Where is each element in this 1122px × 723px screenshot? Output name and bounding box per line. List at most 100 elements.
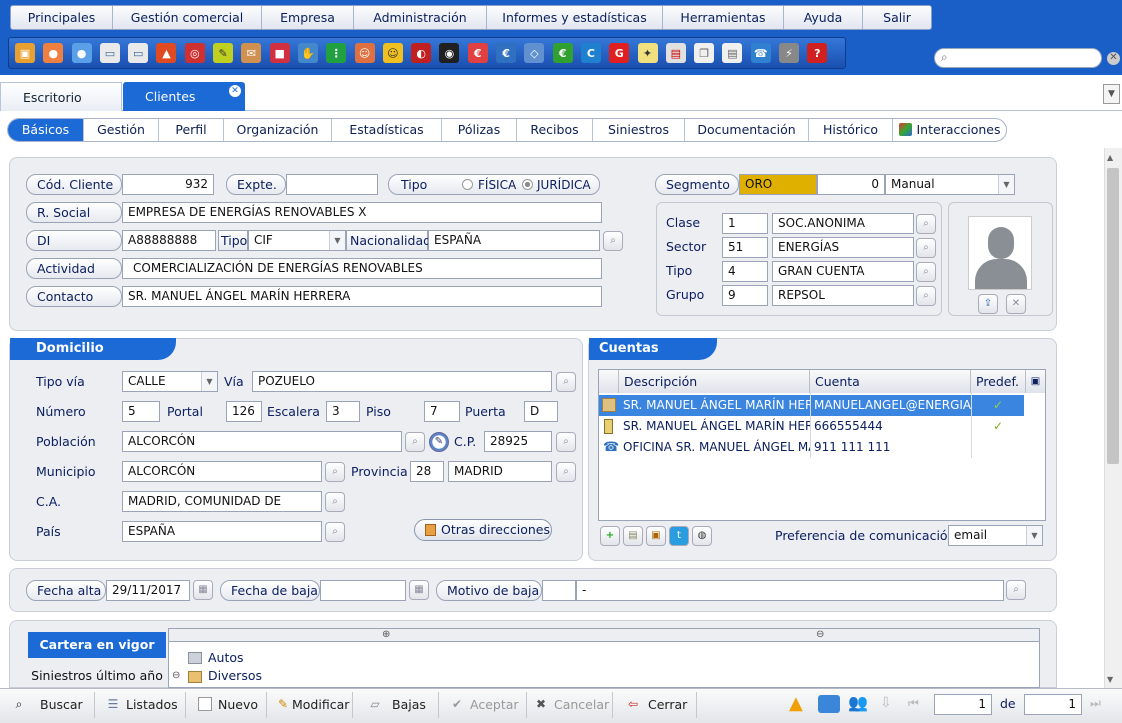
person-icon[interactable]: ☺ [354, 43, 375, 63]
handshake-icon[interactable]: ✋ [297, 43, 318, 63]
predef-header[interactable]: Predef. [971, 370, 1026, 393]
global-search-input[interactable]: ⌕ [934, 48, 1102, 68]
municipio-search-icon[interactable]: ⌕ [325, 462, 345, 482]
fecha-alta-field[interactable]: 29/11/2017 [106, 580, 190, 601]
menu-ayuda[interactable]: Ayuda [784, 6, 863, 29]
clase-search-icon[interactable]: ⌕ [916, 214, 936, 234]
last-page-icon[interactable]: ⏭ [1090, 696, 1101, 711]
euro-icon[interactable]: € [467, 43, 488, 63]
g-icon[interactable]: G [609, 43, 630, 63]
via-search-icon[interactable]: ⌕ [556, 372, 576, 392]
subtab-documentacion[interactable]: Documentación [685, 119, 809, 141]
plug-icon[interactable]: ⚡ [779, 43, 800, 63]
scroll-down-icon[interactable]: ▼ [1107, 675, 1113, 684]
presentation-icon[interactable]: ▤ [665, 43, 686, 63]
table-row[interactable]: SR. MANUEL ÁNGEL MARÍN HERRERA 666555444… [599, 416, 1024, 437]
menu-principales[interactable]: Principales [11, 6, 113, 29]
provincia-search-icon[interactable]: ⌕ [556, 462, 576, 482]
ca-search-icon[interactable]: ⌕ [325, 492, 345, 512]
lightbulb-icon[interactable]: ✦ [637, 43, 658, 63]
listados-button[interactable]: ☰ Listados [102, 693, 178, 717]
ca-field[interactable]: MADRID, COMUNIDAD DE [122, 491, 322, 512]
user-icon[interactable]: ● [71, 43, 92, 63]
user-icon[interactable]: ● [43, 43, 64, 63]
pais-search-icon[interactable]: ⌕ [325, 522, 345, 542]
tab-siniestros-ultimo-ano[interactable]: Siniestros último año [28, 664, 166, 688]
nacionalidad-field[interactable]: ESPAÑA [428, 230, 600, 251]
municipio-field[interactable]: ALCORCÓN [122, 461, 322, 482]
fecha-baja-field[interactable] [320, 580, 406, 601]
provincia-code[interactable]: 28 [410, 461, 444, 482]
bulb-person-icon[interactable]: ☺ [382, 43, 403, 63]
menu-empresa[interactable]: Empresa [262, 6, 354, 29]
help-icon[interactable]: ? [807, 43, 828, 63]
subtab-basicos[interactable]: Básicos [8, 119, 84, 141]
juridica-radio[interactable] [522, 179, 533, 190]
subtab-recibos[interactable]: Recibos [517, 119, 593, 141]
phone-icon[interactable]: ☎ [750, 43, 771, 63]
c-icon[interactable]: C [580, 43, 601, 63]
briefcase-icon[interactable]: ■ [269, 43, 290, 63]
table-row[interactable]: SR. MANUEL ÁNGEL MARÍN HERRERA MANUELANG… [599, 395, 1024, 416]
escalera-field[interactable]: 3 [326, 401, 360, 422]
fisica-radio[interactable] [462, 179, 473, 190]
euro-icon[interactable]: € [552, 43, 573, 63]
di-field[interactable]: A88888888 [122, 230, 216, 251]
people-icon[interactable]: 👥 [848, 693, 868, 712]
actividad-field[interactable]: COMERCIALIZACIÓN DE ENERGÍAS RENOVABLES [122, 258, 602, 279]
menu-herramientas[interactable]: Herramientas [663, 6, 784, 29]
clear-search-icon[interactable]: ✕ [1107, 52, 1120, 65]
expand-all-icon[interactable]: ⊕ [382, 629, 390, 640]
tipo-cliente-search-icon[interactable]: ⌕ [916, 262, 936, 282]
buscar-button[interactable]: ⌕ Buscar [8, 693, 83, 717]
subtab-polizas[interactable]: Pólizas [442, 119, 517, 141]
sector-field[interactable]: ENERGÍAS [772, 237, 914, 258]
portal-field[interactable]: 126 [226, 401, 262, 422]
euro-icon[interactable]: ◇ [524, 43, 545, 63]
cartera-item-diversos[interactable]: Diversos [208, 668, 262, 683]
close-tab-icon[interactable]: ✕ [229, 85, 241, 97]
scrollbar-thumb[interactable] [1107, 168, 1119, 464]
calendar-icon[interactable]: ▦ [193, 580, 213, 600]
menu-gestion-comercial[interactable]: Gestión comercial [113, 6, 262, 29]
nuevo-button[interactable]: Nuevo [194, 693, 258, 717]
sector-search-icon[interactable]: ⌕ [916, 238, 936, 258]
skype-icon[interactable]: ◍ [692, 526, 712, 546]
cartera-item-autos[interactable]: Autos [208, 650, 244, 665]
aceptar-button[interactable]: ✔ Aceptar [446, 693, 519, 717]
clase-field[interactable]: SOC.ANONIMA [772, 213, 914, 234]
tab-clientes[interactable]: Clientes [123, 82, 245, 111]
traffic-light-icon[interactable]: ⋮ [326, 43, 347, 63]
download-icon[interactable]: ⇩ [880, 695, 892, 711]
calendar-icon[interactable]: ▦ [409, 580, 429, 600]
puerta-field[interactable]: D [524, 401, 558, 422]
subtab-estadisticas[interactable]: Estadísticas [332, 119, 442, 141]
motivo-baja-search-icon[interactable]: ⌕ [1006, 580, 1026, 600]
grupo-field[interactable]: REPSOL [772, 285, 914, 306]
provincia-field[interactable]: MADRID [448, 461, 552, 482]
globe-icon[interactable]: ◐ [411, 43, 432, 63]
cod-cliente-field[interactable]: 932 [122, 174, 214, 195]
envelope-icon[interactable]: ✉ [241, 43, 262, 63]
poblacion-field[interactable]: ALCORCÓN [122, 431, 402, 452]
nacionalidad-search-icon[interactable]: ⌕ [603, 231, 623, 251]
twitter-icon[interactable]: t [669, 526, 689, 546]
descripcion-header[interactable]: Descripción [619, 370, 810, 393]
book-icon[interactable] [818, 695, 840, 713]
subtab-historico[interactable]: Histórico [809, 119, 893, 141]
subtab-perfil[interactable]: Perfil [159, 119, 224, 141]
subtab-interacciones[interactable]: Interacciones [893, 119, 1006, 141]
copy-icon[interactable]: ❐ [694, 43, 715, 63]
pais-field[interactable]: ESPAÑA [122, 521, 322, 542]
box-icon[interactable]: ▣ [15, 43, 35, 63]
menu-administracion[interactable]: Administración [354, 6, 487, 29]
tipo-via-select[interactable]: CALLE ▼ [122, 371, 218, 392]
poblacion-search-icon[interactable]: ⌕ [405, 432, 425, 452]
collapse-icon[interactable]: ⊖ [172, 670, 180, 681]
refresh-icon[interactable]: € [496, 43, 517, 63]
window-icon[interactable]: ▭ [128, 43, 149, 63]
menu-informes[interactable]: Informes y estadísticas [487, 6, 663, 29]
otras-direcciones-button[interactable]: Otras direcciones [414, 519, 552, 541]
column-chooser-icon[interactable]: ▣ [1026, 370, 1045, 393]
motivo-baja-field[interactable]: - [576, 580, 1004, 601]
